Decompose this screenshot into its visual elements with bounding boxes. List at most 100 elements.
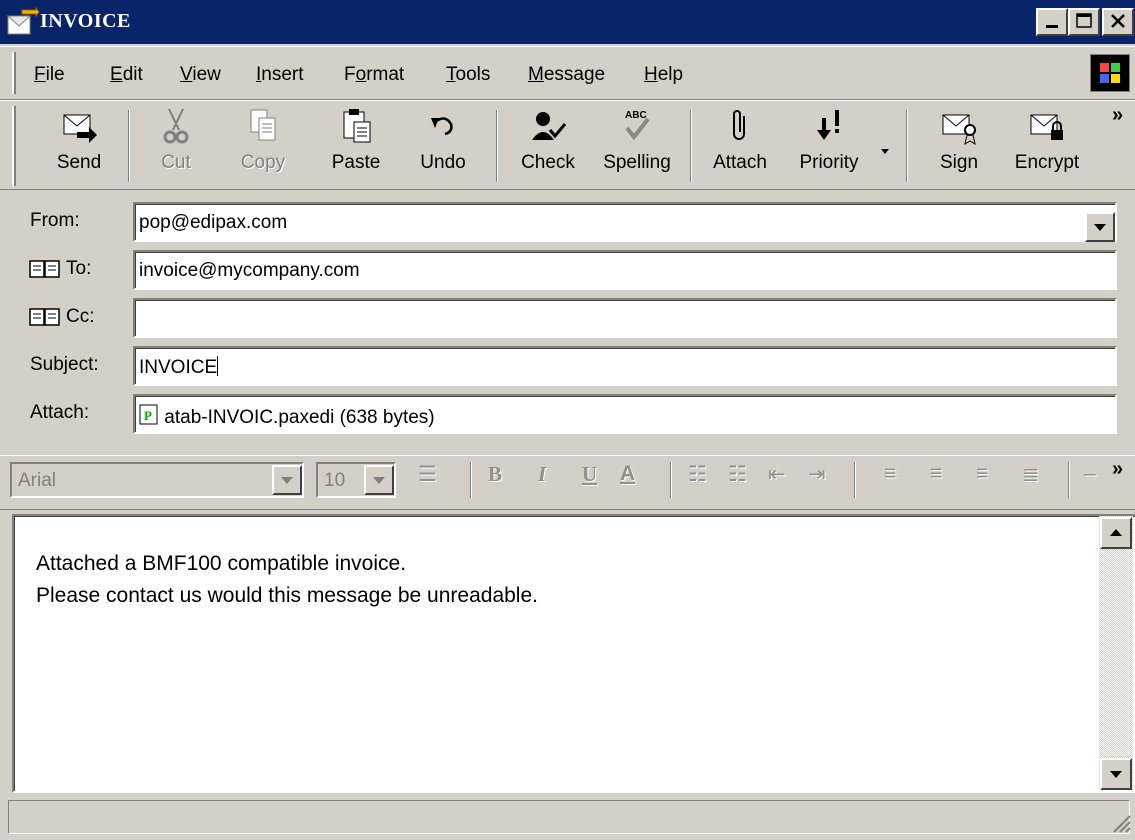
- minimize-button[interactable]: [1036, 8, 1068, 36]
- windows-logo-icon: [1090, 54, 1130, 92]
- subject-field[interactable]: INVOICE: [133, 346, 1117, 386]
- attachment-name[interactable]: atab-INVOIC.paxedi (638 bytes): [164, 407, 434, 428]
- send-label: Send: [56, 152, 102, 173]
- close-button[interactable]: [1102, 8, 1134, 36]
- format-separator: [470, 462, 472, 498]
- svg-text:ABC: ABC: [625, 110, 647, 121]
- send-button[interactable]: Send: [44, 106, 114, 186]
- from-value: pop@edipax.com: [139, 212, 288, 233]
- priority-dropdown[interactable]: [880, 140, 892, 154]
- sign-label: Sign: [939, 152, 979, 173]
- format-separator: [854, 462, 856, 498]
- cut-button[interactable]: Cut: [144, 106, 208, 186]
- menu-file[interactable]: File: [34, 64, 65, 86]
- chevron-down-icon: [281, 477, 293, 484]
- chevron-down-icon: [1094, 224, 1106, 231]
- subject-value: INVOICE: [139, 357, 218, 378]
- bullet-list-icon[interactable]: ☷: [728, 462, 747, 487]
- undo-button[interactable]: Undo: [408, 106, 478, 186]
- scroll-down-button[interactable]: [1100, 758, 1132, 790]
- from-dropdown-button[interactable]: [1085, 212, 1115, 242]
- align-left-icon[interactable]: ≡: [884, 462, 896, 486]
- menu-tools[interactable]: Tools: [446, 64, 490, 86]
- scroll-up-button[interactable]: [1100, 517, 1132, 549]
- toolbar-overflow-icon[interactable]: »: [1112, 104, 1123, 127]
- spelling-label: Spelling: [603, 152, 671, 173]
- svg-text:P: P: [144, 408, 152, 423]
- font-size-value: 10: [324, 470, 346, 491]
- encrypt-icon: [1030, 114, 1063, 140]
- cut-label: Cut: [161, 152, 191, 173]
- check-names-button[interactable]: Check: [510, 106, 586, 186]
- resize-grip-icon[interactable]: [1110, 812, 1132, 840]
- font-select[interactable]: Arial: [10, 462, 304, 498]
- font-color-button[interactable]: A: [620, 462, 635, 486]
- spelling-button[interactable]: ABC Spelling: [596, 106, 678, 186]
- align-center-icon[interactable]: ≡: [930, 462, 942, 486]
- italic-button[interactable]: I: [538, 462, 546, 487]
- paragraph-style-icon[interactable]: ☰: [418, 462, 437, 487]
- priority-label: Priority: [799, 152, 859, 173]
- decrease-indent-icon[interactable]: ⇤: [768, 462, 786, 487]
- menu-grip[interactable]: [12, 52, 16, 94]
- attach-label: Attach: [713, 152, 767, 173]
- title-bar[interactable]: [0, 0, 1135, 44]
- font-dropdown-button[interactable]: [272, 465, 302, 495]
- format-separator: [670, 462, 672, 498]
- chevron-down-icon: [881, 149, 889, 154]
- chevron-down-icon: [373, 477, 385, 484]
- menu-message[interactable]: Message: [528, 64, 605, 86]
- to-value: invoice@mycompany.com: [139, 260, 360, 281]
- from-field[interactable]: pop@edipax.com: [133, 202, 1117, 242]
- cc-label: Cc:: [66, 306, 95, 327]
- text-cursor: [217, 356, 219, 376]
- attach-button[interactable]: Attach: [702, 106, 778, 186]
- vertical-scrollbar[interactable]: [1099, 516, 1133, 790]
- address-book-icon[interactable]: [28, 258, 62, 286]
- cc-field[interactable]: [133, 298, 1117, 338]
- spelling-icon: ABC: [625, 110, 650, 141]
- copy-button[interactable]: Copy: [228, 106, 298, 186]
- format-separator: [1068, 462, 1070, 498]
- sign-button[interactable]: Sign: [924, 106, 994, 186]
- font-size-dropdown-button[interactable]: [364, 465, 394, 495]
- chevron-down-icon: [1110, 771, 1122, 778]
- menu-edit[interactable]: Edit: [110, 64, 143, 86]
- check-label: Check: [521, 152, 575, 173]
- menu-insert[interactable]: Insert: [256, 64, 304, 86]
- maximize-button[interactable]: [1068, 8, 1100, 36]
- align-right-icon[interactable]: ≡: [976, 462, 988, 486]
- paste-button[interactable]: Paste: [318, 106, 394, 186]
- priority-icon: [817, 110, 839, 140]
- close-icon: [1111, 14, 1125, 28]
- paperclip-icon: [733, 110, 745, 140]
- horizontal-line-icon[interactable]: –: [1084, 462, 1096, 486]
- toolbar-grip[interactable]: [12, 106, 16, 186]
- send-icon: [63, 114, 97, 143]
- menu-help[interactable]: Help: [644, 64, 683, 86]
- undo-icon: [431, 117, 453, 136]
- scissors-icon: [163, 108, 189, 144]
- undo-label: Undo: [420, 152, 466, 173]
- toolbar-separator: [906, 110, 908, 182]
- copy-icon: [250, 109, 276, 141]
- compose-mail-icon: [6, 6, 40, 38]
- paxedi-file-icon[interactable]: P: [139, 404, 159, 432]
- encrypt-button[interactable]: Encrypt: [1004, 106, 1090, 186]
- address-book-icon[interactable]: [28, 306, 62, 334]
- format-overflow-icon[interactable]: »: [1112, 458, 1123, 481]
- numbered-list-icon[interactable]: ☷: [688, 462, 707, 487]
- toolbar-separator: [690, 110, 692, 182]
- menu-view[interactable]: View: [180, 64, 221, 86]
- to-field[interactable]: invoice@mycompany.com: [133, 250, 1117, 290]
- priority-button[interactable]: Priority: [788, 106, 870, 186]
- attach-field[interactable]: P atab-INVOIC.paxedi (638 bytes): [133, 394, 1117, 434]
- justify-icon[interactable]: ≣: [1022, 462, 1040, 487]
- paste-icon: [343, 109, 371, 143]
- menu-format[interactable]: Format: [344, 64, 404, 86]
- increase-indent-icon[interactable]: ⇥: [808, 462, 826, 487]
- underline-button[interactable]: U: [582, 462, 597, 487]
- attach-label: Attach:: [30, 402, 90, 423]
- bold-button[interactable]: B: [488, 462, 502, 487]
- check-names-icon: [532, 112, 567, 140]
